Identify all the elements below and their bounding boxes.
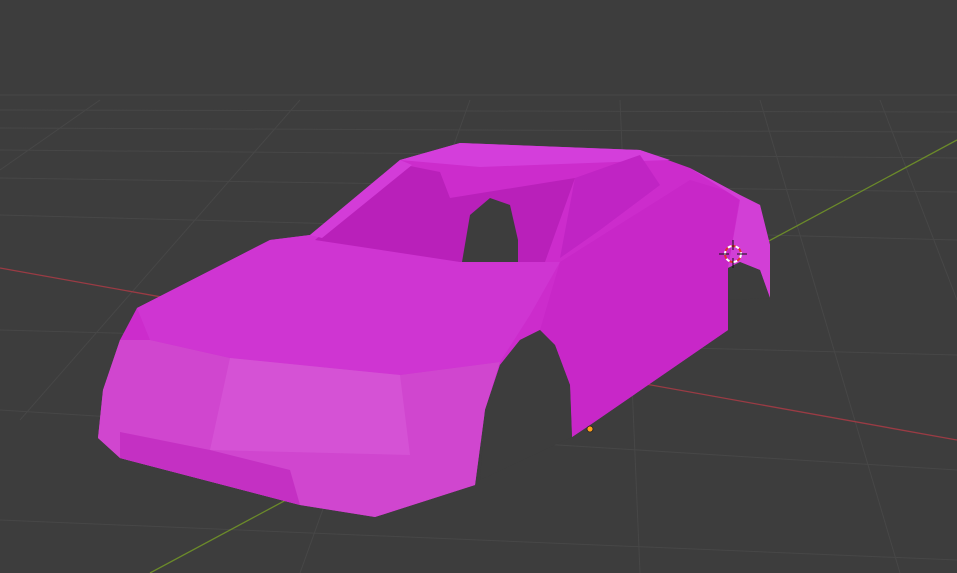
3d-viewport[interactable] (0, 0, 957, 573)
car-body-mesh[interactable] (98, 143, 770, 517)
viewport-canvas[interactable] (0, 0, 957, 573)
object-origin-icon[interactable] (586, 425, 594, 433)
